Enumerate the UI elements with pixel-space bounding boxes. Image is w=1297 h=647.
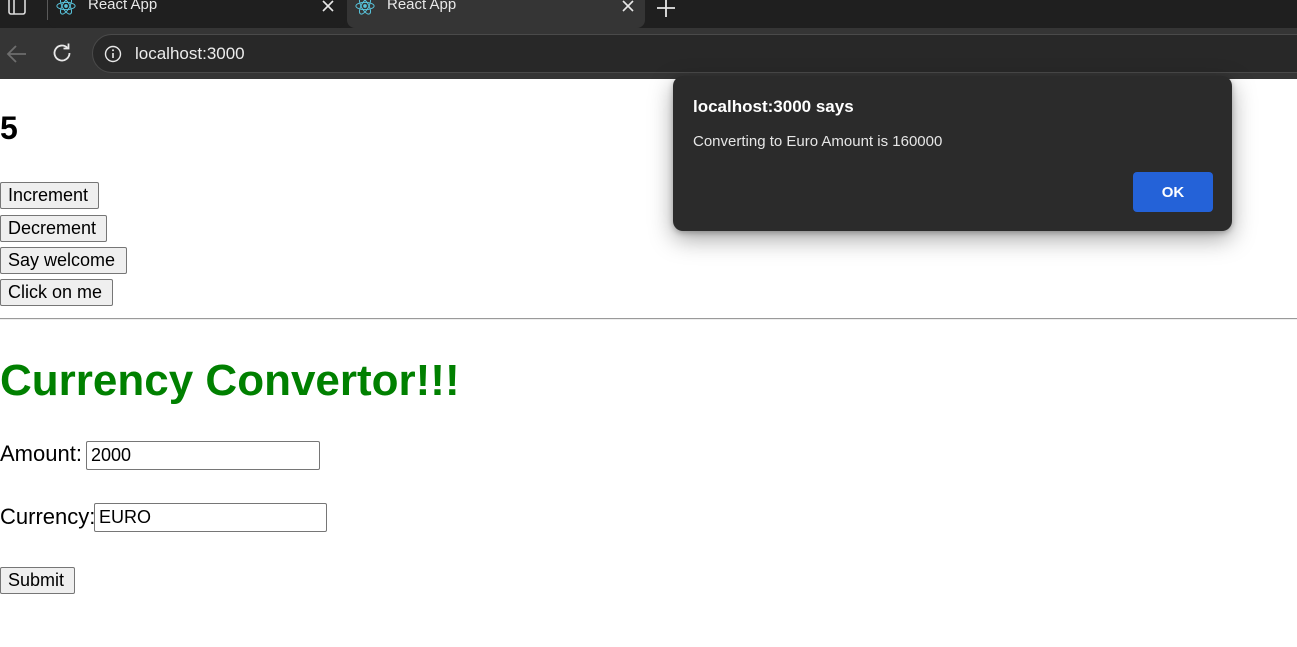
react-logo-icon: [355, 0, 375, 15]
browser-toolbar: localhost:3000: [0, 28, 1297, 79]
back-arrow-icon[interactable]: [5, 42, 29, 66]
decrement-button[interactable]: Decrement: [0, 215, 107, 242]
submit-button[interactable]: Submit: [0, 567, 75, 594]
counter-value: 5: [0, 110, 18, 146]
sidebar-toggle-icon[interactable]: [6, 0, 28, 16]
react-logo-icon: [56, 0, 76, 15]
url-text[interactable]: localhost:3000: [135, 44, 245, 64]
alert-message: Converting to Euro Amount is 160000: [693, 133, 943, 150]
close-tab-icon[interactable]: [321, 0, 335, 13]
amount-label: Amount:: [0, 441, 82, 466]
new-tab-plus-icon[interactable]: [654, 0, 678, 20]
amount-input[interactable]: [86, 441, 320, 470]
reload-icon[interactable]: [50, 41, 74, 65]
alert-title: localhost:3000 says: [693, 97, 854, 116]
tab-title: React App: [88, 0, 158, 13]
currency-input[interactable]: [94, 503, 327, 532]
site-info-icon[interactable]: [104, 45, 122, 63]
click-on-me-button[interactable]: Click on me: [0, 279, 113, 306]
browser-tab-1[interactable]: React App: [48, 0, 345, 28]
tab-title: React App: [387, 0, 457, 13]
browser-tabstrip: React App React App: [0, 0, 1297, 28]
increment-button[interactable]: Increment: [0, 182, 99, 209]
alert-ok-button[interactable]: OK: [1133, 172, 1213, 212]
horizontal-rule: [0, 318, 1297, 320]
converter-title: Currency Convertor!!!: [0, 356, 460, 405]
currency-label: Currency:: [0, 504, 96, 529]
address-bar[interactable]: localhost:3000: [92, 34, 1297, 73]
alert-dialog: localhost:3000 says Converting to Euro A…: [673, 76, 1232, 231]
browser-tab-2-active[interactable]: React App: [347, 0, 645, 28]
close-tab-icon[interactable]: [621, 0, 635, 13]
say-welcome-button[interactable]: Say welcome: [0, 247, 127, 274]
